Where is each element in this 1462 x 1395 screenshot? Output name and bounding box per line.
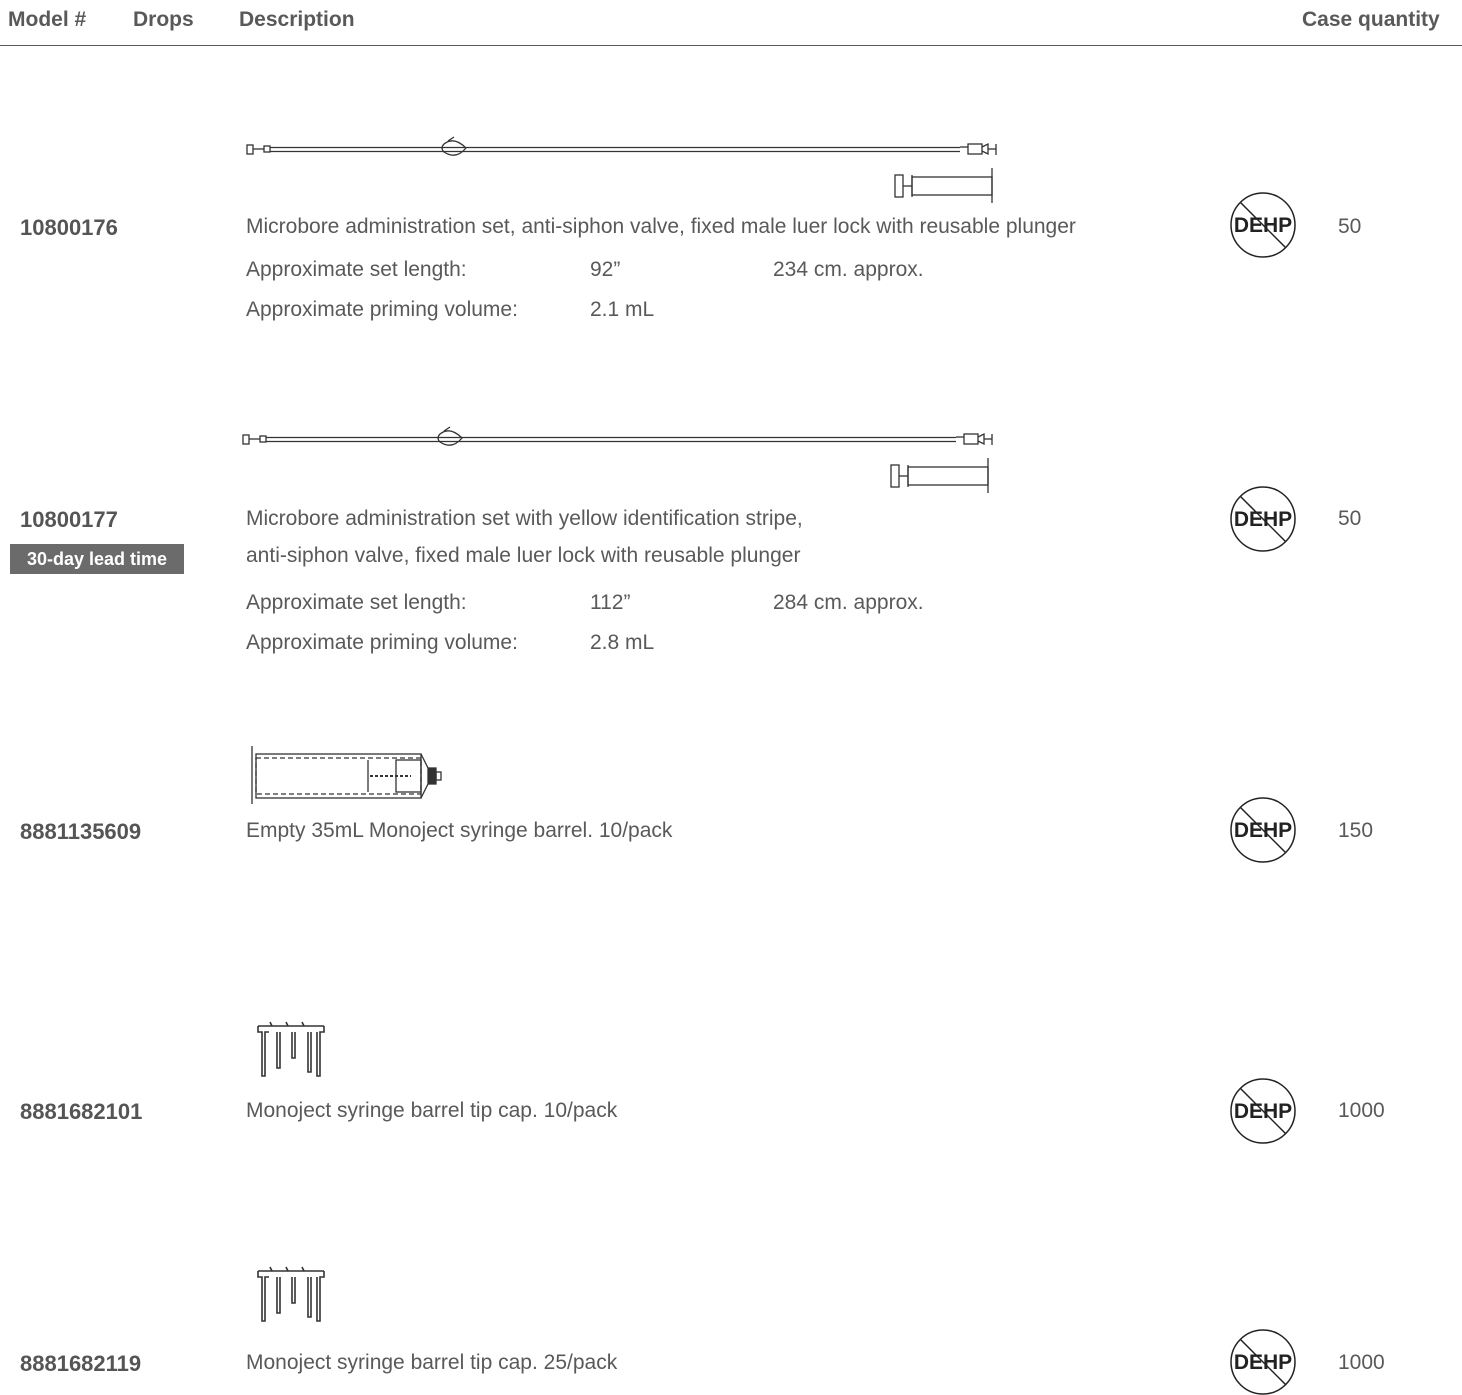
set-length-cm: 284 cm. approx. (773, 591, 924, 614)
model-number: 10800177 (20, 507, 118, 532)
dehp-label: DEHP (1234, 508, 1292, 531)
dehp-label: DEHP (1234, 1100, 1292, 1123)
case-quantity: 1000 (1338, 1351, 1385, 1374)
description-line: Microbore administration set, anti-sipho… (246, 215, 1076, 238)
model-number: 8881682101 (20, 1099, 143, 1124)
model-number: 8881135609 (20, 819, 142, 844)
set-length-inches: 112” (590, 591, 631, 614)
priming-volume-value: 2.1 mL (590, 298, 655, 321)
priming-volume-label: Approximate priming volume: (246, 298, 518, 321)
tip-cap-drawing (257, 1021, 325, 1077)
dehp-free-icon: DEHP (1230, 486, 1296, 552)
dehp-free-icon: DEHP (1230, 1329, 1296, 1395)
set-length-inches: 92” (590, 258, 621, 281)
description-line: Monoject syringe barrel tip cap. 25/pack (246, 1351, 618, 1374)
set-length-label: Approximate set length: (246, 258, 467, 281)
dehp-label: DEHP (1234, 214, 1292, 237)
syringe-barrel-drawing (251, 746, 442, 804)
table-header: Model # Drops Description Case quantity (0, 0, 1462, 46)
lead-time-badge: 30-day lead time (10, 544, 184, 574)
case-quantity: 50 (1338, 215, 1362, 238)
priming-volume-label: Approximate priming volume: (246, 631, 518, 654)
priming-volume-value: 2.8 mL (590, 631, 655, 654)
dehp-free-icon: DEHP (1230, 1078, 1296, 1144)
case-quantity: 1000 (1338, 1099, 1385, 1122)
case-quantity: 50 (1338, 507, 1362, 530)
tip-cap-drawing (257, 1266, 325, 1322)
description-line: Microbore administration set with yellow… (246, 507, 803, 530)
dehp-label: DEHP (1234, 1351, 1292, 1374)
header-drops: Drops (133, 8, 194, 31)
description-line: Empty 35mL Monoject syringe barrel. 10/p… (246, 819, 673, 842)
set-length-cm: 234 cm. approx. (773, 258, 924, 281)
description-line: anti-siphon valve, fixed male luer lock … (246, 544, 801, 567)
dehp-label: DEHP (1234, 819, 1292, 842)
header-case-quantity: Case quantity (1302, 8, 1440, 31)
set-length-label: Approximate set length: (246, 591, 467, 614)
case-quantity: 150 (1338, 819, 1374, 842)
dehp-free-icon: DEHP (1230, 797, 1296, 863)
header-description: Description (239, 8, 355, 31)
description-line: Monoject syringe barrel tip cap. 10/pack (246, 1099, 618, 1122)
model-number: 8881682119 (20, 1351, 142, 1376)
model-number: 10800176 (20, 215, 118, 240)
dehp-free-icon: DEHP (1230, 192, 1296, 258)
administration-set-drawing (246, 136, 997, 203)
administration-set-drawing (242, 426, 993, 493)
header-model: Model # (8, 8, 87, 31)
